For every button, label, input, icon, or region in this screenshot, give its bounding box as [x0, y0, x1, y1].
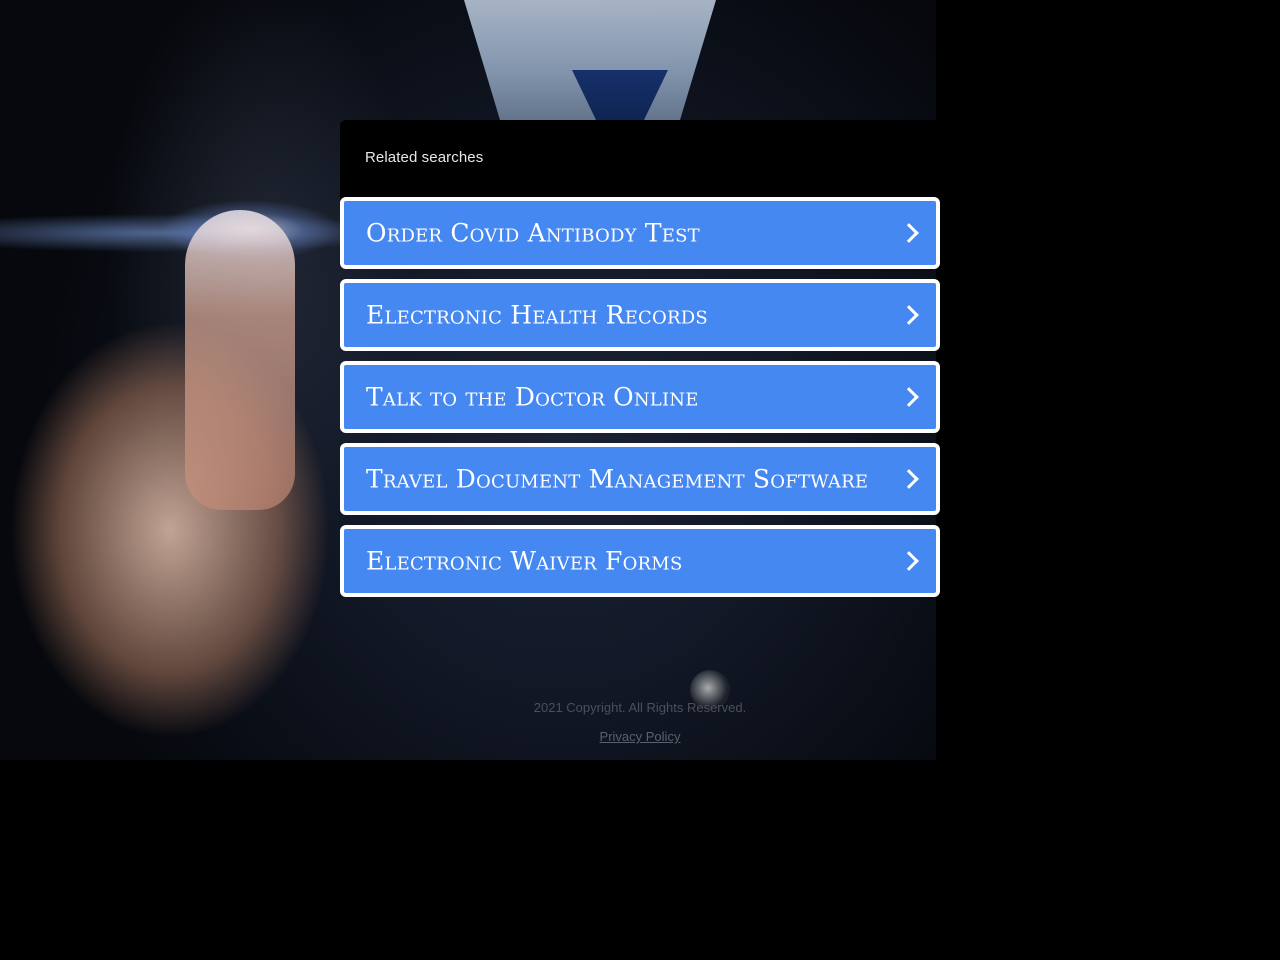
chevron-right-icon — [899, 551, 919, 571]
related-search-button-travel-document-management-software[interactable]: Travel Document Management Software — [340, 443, 940, 515]
related-search-label: Electronic Health Records — [366, 300, 708, 330]
chevron-right-icon — [899, 387, 919, 407]
page: Related searches Order Covid Antibody Te… — [0, 0, 1280, 960]
chevron-right-icon — [899, 469, 919, 489]
related-search-label: Travel Document Management Software — [366, 464, 869, 494]
related-search-label: Order Covid Antibody Test — [366, 218, 700, 248]
chevron-right-icon — [899, 305, 919, 325]
index-finger — [185, 210, 295, 510]
related-search-label: Electronic Waiver Forms — [366, 546, 683, 576]
chevron-right-icon — [899, 223, 919, 243]
related-search-button-electronic-waiver-forms[interactable]: Electronic Waiver Forms — [340, 525, 940, 597]
related-search-button-order-covid-antibody-test[interactable]: Order Covid Antibody Test — [340, 197, 940, 269]
related-search-button-talk-to-the-doctor-online[interactable]: Talk to the Doctor Online — [340, 361, 940, 433]
footer: 2021 Copyright. All Rights Reserved. Pri… — [340, 699, 940, 744]
privacy-policy-link[interactable]: Privacy Policy — [600, 729, 681, 744]
related-search-label: Talk to the Doctor Online — [366, 382, 699, 412]
copyright-text: 2021 Copyright. All Rights Reserved. — [533, 700, 747, 715]
related-search-button-electronic-health-records[interactable]: Electronic Health Records — [340, 279, 940, 351]
related-searches-list: Order Covid Antibody Test Electronic Hea… — [340, 197, 940, 607]
related-searches-label: Related searches — [365, 149, 484, 166]
